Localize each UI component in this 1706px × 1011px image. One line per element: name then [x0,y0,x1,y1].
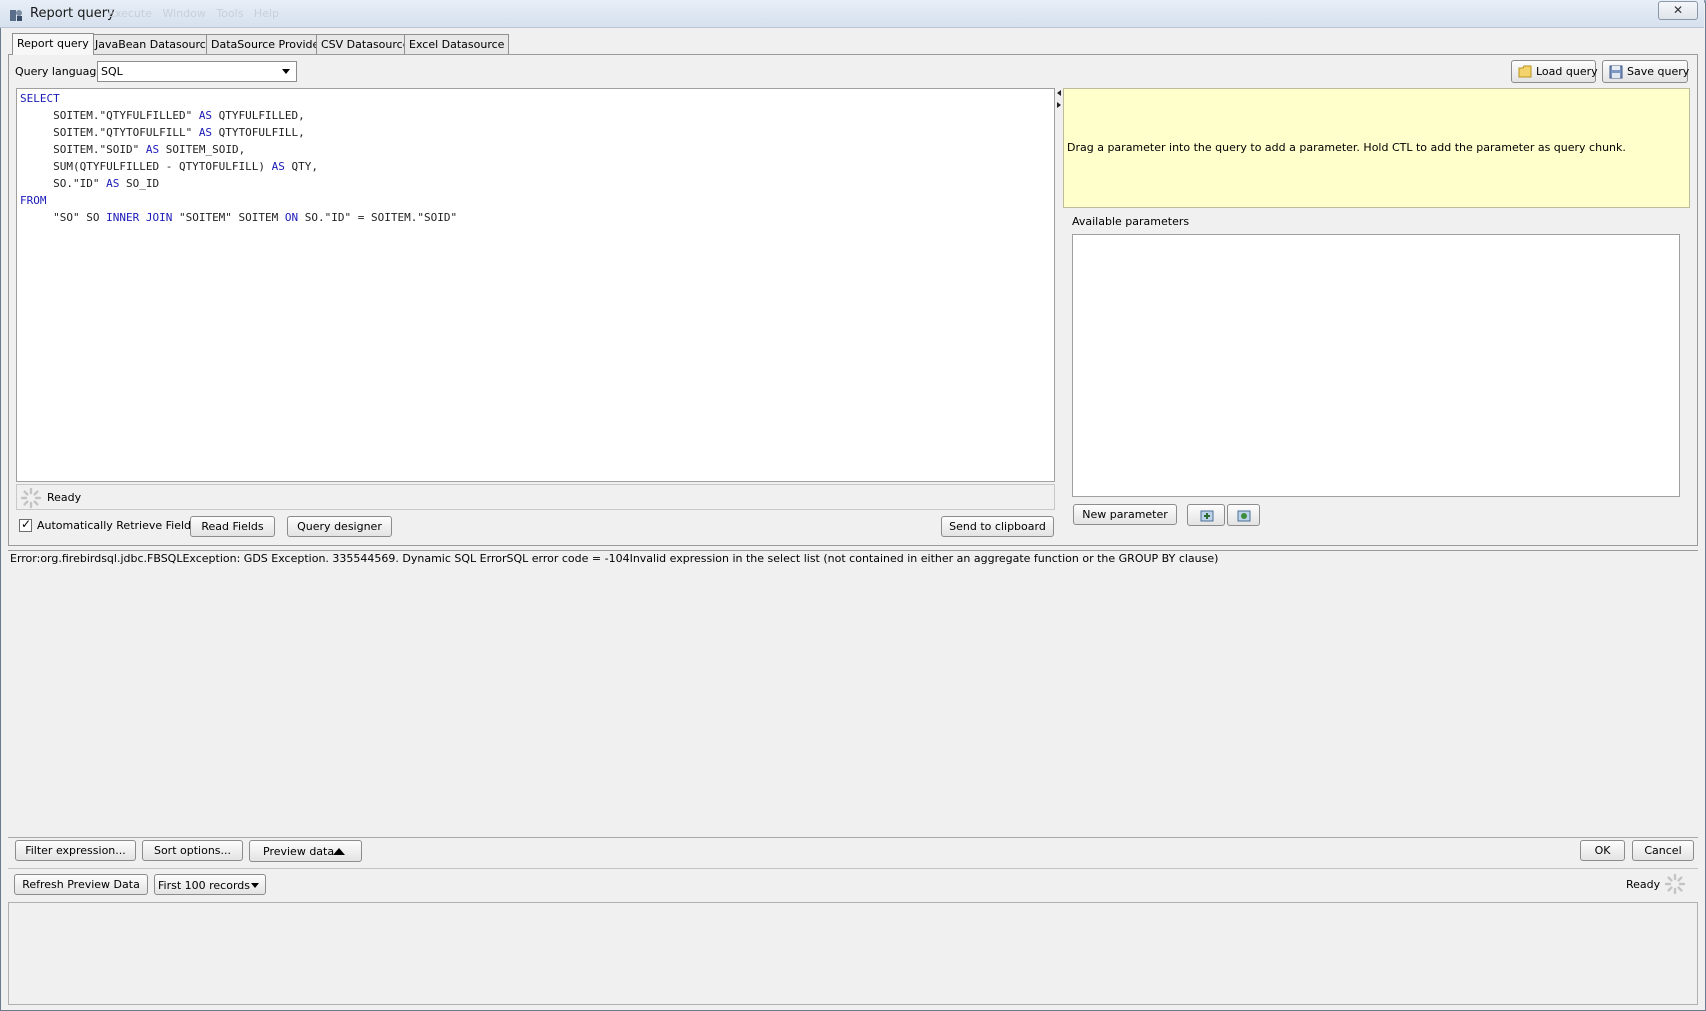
editor-status-text: Ready [47,491,82,504]
preview-data-button[interactable]: Preview data [249,840,362,862]
read-fields-button[interactable]: Read Fields [190,516,275,537]
insert-parameter-icon [1200,510,1214,522]
records-limit-select[interactable]: First 100 records [154,874,266,895]
error-output-area: Error:org.firebirdsql.jdbc.FBSQLExceptio… [8,550,1698,837]
parameters-list[interactable] [1072,234,1680,497]
save-icon [1609,65,1623,79]
code-line: SELECT [20,92,60,105]
title-bar: Report query Execute Window Tools Help ✕ [0,0,1704,28]
load-query-label: Load query [1536,65,1598,78]
filter-expression-button[interactable]: Filter expression... [15,840,136,861]
splitter-handle[interactable] [1056,88,1062,112]
preview-data-label: Preview data [263,845,335,858]
auto-retrieve-checkbox[interactable]: ✓ [19,517,32,532]
code-line: SOITEM."SOID" AS SOITEM_SOID, [20,143,246,156]
cancel-button[interactable]: Cancel [1632,840,1694,861]
new-parameter-button[interactable]: New parameter [1073,504,1177,525]
folder-icon [1518,65,1532,78]
code-line: "SO" SO INNER JOIN "SOITEM" SOITEM ON SO… [20,211,458,224]
tab-csv-datasource[interactable]: CSV Datasource [316,34,415,54]
loading-spinner-icon [20,487,42,509]
code-line: SUM(QTYFULFILLED - QTYTOFULFILL) AS QTY, [20,160,319,173]
close-button[interactable]: ✕ [1658,1,1698,20]
preview-data-area [8,902,1698,1005]
splitter-arrows-icon [1057,90,1061,108]
send-to-clipboard-button[interactable]: Send to clipboard [941,516,1054,537]
code-line: SOITEM."QTYTOFULFILL" AS QTYTOFULFILL, [20,126,305,139]
code-line: FROM [20,194,47,207]
tab-datasource-provider[interactable]: DataSource Provider [206,34,329,54]
loading-spinner-icon [1664,873,1686,895]
chevron-down-icon [251,883,259,888]
save-query-label: Save query [1627,65,1690,78]
records-limit-value: First 100 records [158,879,251,892]
menu-ghost-text: Execute Window Tools Help [108,7,280,20]
editor-status-bar: Ready [16,484,1055,510]
code-line: SOITEM."QTYFULFILLED" AS QTYFULFILLED, [20,109,305,122]
chevron-down-icon [282,69,290,74]
refresh-preview-button[interactable]: Refresh Preview Data [14,874,148,895]
ok-button[interactable]: OK [1580,840,1625,861]
code-line: SO."ID" AS SO_ID [20,177,160,190]
report-icon [10,10,22,21]
preview-status-text: Ready [1626,878,1661,891]
query-language-label: Query language [15,65,104,78]
tab-javabean-datasource[interactable]: JavaBean Datasource [90,34,218,54]
tab-excel-datasource[interactable]: Excel Datasource [404,34,510,54]
insert-parameter-button[interactable] [1187,504,1225,526]
parameter-hint-box: Drag a parameter into the query to add a… [1063,88,1690,208]
sort-options-button[interactable]: Sort options... [142,840,243,861]
sql-editor[interactable]: SELECT SOITEM."QTYFULFILLED" AS QTYFULFI… [16,88,1055,482]
checkmark-icon: ✓ [21,517,32,531]
triangle-up-icon [333,848,345,855]
error-message: Error:org.firebirdsql.jdbc.FBSQLExceptio… [10,552,1219,565]
edit-parameter-button[interactable] [1227,504,1260,526]
load-query-button[interactable]: Load query [1511,60,1598,83]
available-parameters-label: Available parameters [1072,215,1190,228]
close-icon: ✕ [1672,3,1684,17]
auto-retrieve-label: Automatically Retrieve Fields [37,519,197,532]
parameter-hint-text: Drag a parameter into the query to add a… [1067,141,1626,154]
tab-report-query[interactable]: Report query [12,33,94,55]
query-language-select[interactable]: SQL [97,61,297,82]
edit-parameter-icon [1237,510,1251,522]
window-title: Report query [30,6,115,21]
save-query-button[interactable]: Save query [1602,60,1690,83]
query-designer-button[interactable]: Query designer [287,516,392,537]
query-language-value: SQL [101,65,123,78]
